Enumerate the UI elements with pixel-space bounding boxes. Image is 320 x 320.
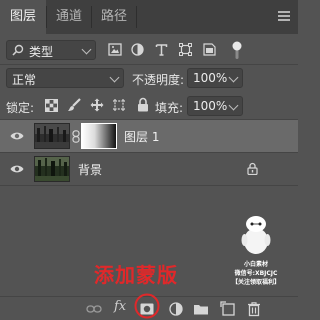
- filter-pixel-icon[interactable]: [108, 43, 122, 56]
- lock-position-move-icon[interactable]: [90, 98, 104, 112]
- visibility-eye-icon[interactable]: [10, 131, 24, 141]
- opacity-value: 100%: [193, 71, 228, 85]
- lock-label: 锁定:: [6, 101, 35, 115]
- tab-channels[interactable]: 通道: [47, 0, 91, 34]
- search-icon: [12, 44, 24, 56]
- lock-image-pixels-brush-icon[interactable]: [67, 98, 81, 112]
- opacity-label: 不透明度:: [132, 73, 185, 87]
- watermark-line1: 小白素材: [243, 261, 268, 268]
- new-group-folder-icon[interactable]: [193, 301, 209, 317]
- layer-thumbnail[interactable]: [34, 156, 70, 182]
- layer-mask-thumbnail[interactable]: [81, 123, 117, 149]
- watermark-line2: 微信号:XBJCJC: [234, 270, 278, 277]
- fill-field[interactable]: 100%: [187, 96, 243, 116]
- blend-mode-value: 正常: [12, 73, 37, 87]
- link-layers-icon[interactable]: [86, 301, 102, 317]
- layer-name[interactable]: 图层 1: [124, 128, 159, 145]
- chevron-down-icon: [109, 72, 120, 83]
- tab-layers[interactable]: 图层: [0, 0, 46, 34]
- fill-label: 填充:: [155, 101, 184, 115]
- layer-name[interactable]: 背景: [78, 161, 102, 178]
- layers-panel: 图层 通道 路径 类型 正常 不透明度: 100% 锁定: 填充: 100% 图…: [0, 0, 298, 320]
- filter-shape-icon[interactable]: [179, 43, 192, 56]
- watermark-mascot-logo: [241, 216, 271, 254]
- filter-toggle-icon[interactable]: [230, 40, 244, 60]
- tab-divider: [136, 6, 137, 28]
- visibility-eye-icon[interactable]: [10, 164, 24, 174]
- lock-artboard-icon[interactable]: [112, 98, 126, 112]
- divider: [0, 185, 298, 186]
- new-layer-icon[interactable]: [220, 301, 236, 317]
- mask-link-chain-icon[interactable]: [72, 130, 80, 143]
- lock-transparent-pixels-icon[interactable]: [45, 99, 58, 112]
- lock-all-icon[interactable]: [137, 97, 149, 112]
- filter-type-icon[interactable]: [155, 43, 168, 56]
- layer-lock-icon[interactable]: [247, 162, 258, 175]
- panel-menu-icon[interactable]: [278, 11, 290, 23]
- watermark-line3: 【关注领取福利】: [231, 279, 280, 286]
- chevron-down-icon: [81, 44, 92, 55]
- layer-thumbnail[interactable]: [34, 123, 70, 149]
- divider: [0, 64, 298, 65]
- panel-footer-toolbar: fx: [0, 293, 298, 320]
- tab-paths[interactable]: 路径: [92, 0, 136, 34]
- opacity-field[interactable]: 100%: [187, 68, 243, 88]
- layer-row-layer1[interactable]: 图层 1: [0, 120, 298, 152]
- chevron-down-icon: [228, 100, 239, 111]
- layer-style-fx-button[interactable]: fx: [114, 299, 126, 314]
- highlight-circle-annotation: [134, 293, 160, 319]
- blend-mode-dropdown[interactable]: 正常: [6, 68, 124, 88]
- panel-tab-bar: 图层 通道 路径: [0, 0, 298, 34]
- fill-value: 100%: [193, 99, 228, 113]
- filter-kind-label: 类型: [29, 45, 54, 59]
- annotation-add-mask-text: 添加蒙版: [94, 263, 178, 287]
- layer-row-background[interactable]: 背景: [0, 153, 298, 185]
- delete-layer-trash-icon[interactable]: [246, 301, 262, 317]
- filter-adjustment-icon[interactable]: [131, 43, 144, 56]
- chevron-down-icon: [228, 72, 239, 83]
- new-adjustment-layer-icon[interactable]: [168, 301, 184, 317]
- filter-smart-object-icon[interactable]: [203, 43, 216, 56]
- filter-kind-dropdown[interactable]: 类型: [6, 40, 96, 60]
